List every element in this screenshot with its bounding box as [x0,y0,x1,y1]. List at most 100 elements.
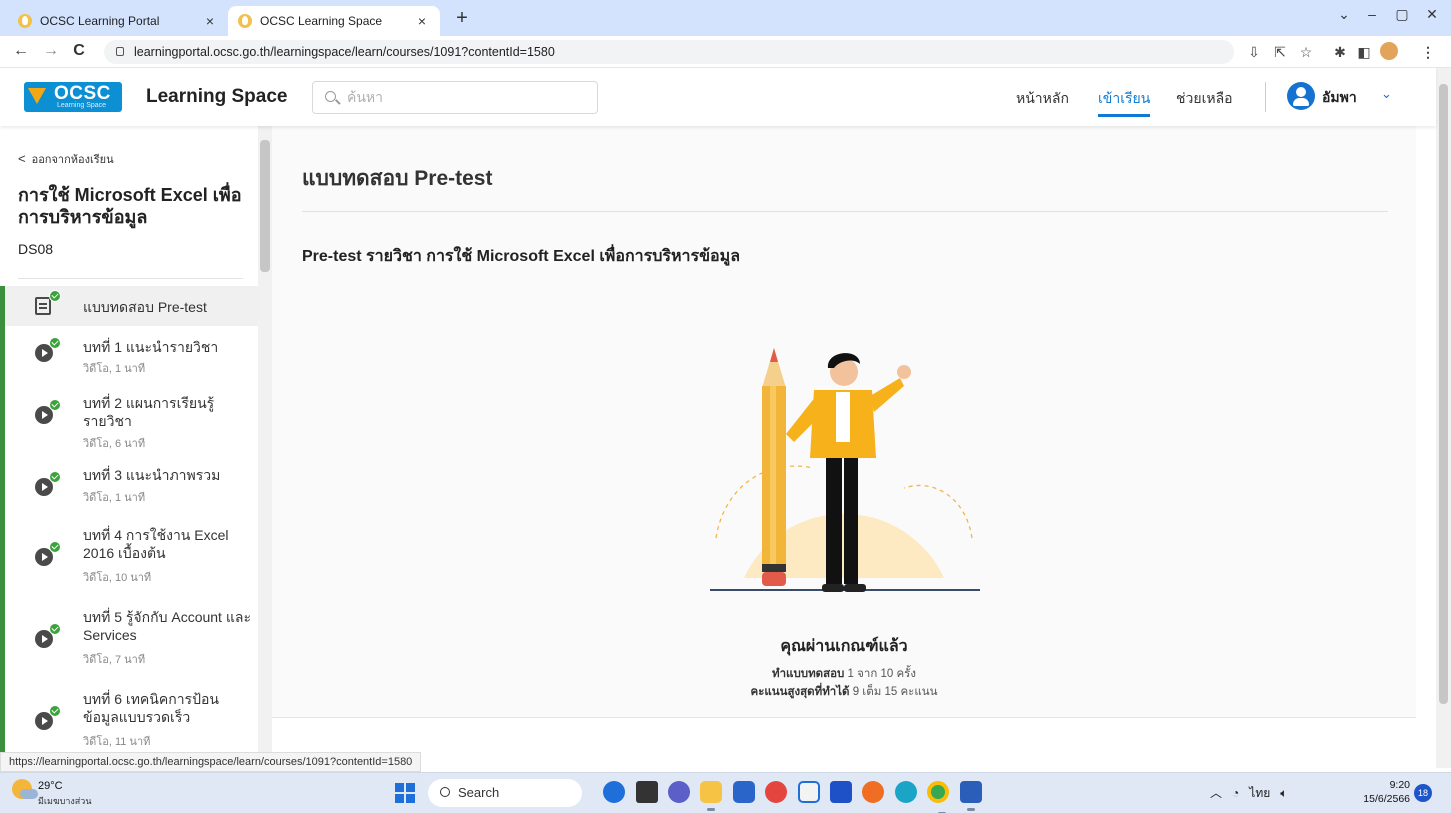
network-icon[interactable]: ◔ [1232,786,1239,800]
windows-start-icon[interactable] [395,783,415,803]
weather-temperature[interactable]: 29°C [38,780,63,792]
taskbar-clock[interactable]: 9:20 15/6/2566 [1352,778,1410,806]
lesson-item-1[interactable]: บทที่ 1 แนะนำรายวิชา วิดีโอ, 1 นาที [0,326,258,380]
scrollbar-thumb[interactable] [260,140,270,272]
weather-description[interactable]: มีเมฆบางส่วน [38,794,91,808]
store-icon[interactable] [733,781,755,803]
site-favicon-icon [18,14,32,28]
teams-chat-icon[interactable] [668,781,690,803]
completed-check-icon [49,705,61,717]
notification-badge[interactable]: 18 [1414,784,1432,802]
dropbox-icon[interactable] [830,781,852,803]
man-right-leg [844,458,858,584]
completed-check-icon [49,399,61,411]
title-divider [302,211,1388,212]
lesson-title: บทที่ 5 รู้จักกับ Account และ Services [83,609,251,643]
completed-check-icon [49,541,61,553]
logo-mark-icon [28,88,46,104]
leave-classroom-label: ออกจากห้องเรียน [31,154,114,166]
taskbar-search[interactable]: Search [428,779,582,807]
task-view-icon[interactable] [636,781,658,803]
browser-tab-learning-space[interactable]: OCSC Learning Space × [228,6,440,36]
tab-search-icon[interactable]: ⌄ [1329,6,1359,23]
leave-classroom-link[interactable]: < ออกจากห้องเรียน [18,150,114,168]
lesson-item-pretest[interactable]: แบบทดสอบ Pre-test [0,286,258,326]
browser-tab-bar: OCSC Learning Portal × OCSC Learning Spa… [0,0,1451,36]
quiz-subtitle: Pre-test รายวิชา การใช้ Microsoft Excel … [302,248,740,265]
amazon-icon[interactable] [798,781,820,803]
nav-learn[interactable]: เข้าเรียน [1098,88,1151,117]
extensions-icon[interactable]: ✱ [1330,44,1350,61]
minimize-button[interactable]: – [1357,6,1387,22]
completed-check-icon [49,623,61,635]
chevron-left-icon: < [18,151,26,166]
opera-icon[interactable] [862,781,884,803]
back-arrow-icon[interactable]: ← [10,42,32,60]
ocsc-logo[interactable]: OCSC Learning Space [24,82,122,112]
system-tray[interactable]: ︿ ◔ ไทย 🔈︎ [1210,784,1288,803]
lesson-item-2[interactable]: บทที่ 2 แผนการเรียนรู้รายวิชา วิดีโอ, 6 … [0,380,258,458]
profile-avatar-icon[interactable] [1380,42,1398,60]
nav-divider [1265,82,1266,112]
browser-tab-portal[interactable]: OCSC Learning Portal × [8,6,228,36]
score-label: คะแนนสูงสุดที่ทำได้ [750,686,850,698]
page-scrollbar[interactable] [1436,68,1451,768]
man-right-shoe [844,584,866,592]
search-placeholder: ค้นหา [347,89,384,105]
chevron-down-icon[interactable]: ⌄ [1381,86,1392,102]
nav-help[interactable]: ช่วยเหลือ [1176,88,1233,110]
chevron-up-icon[interactable]: ︿ [1210,786,1222,800]
man-ok-hand [897,365,911,379]
sidebar-divider [18,278,243,279]
course-title: การใช้ Microsoft Excel เพื่อการบริหารข้อ… [18,185,242,227]
search-icon [440,787,450,797]
new-tab-button[interactable]: + [448,7,476,31]
nav-home[interactable]: หน้าหลัก [1016,88,1069,110]
lesson-item-4[interactable]: บทที่ 4 การใช้งาน Excel 2016 เบื้องต้น ว… [0,518,258,598]
tab-title: OCSC Learning Portal [40,14,160,28]
lesson-item-6[interactable]: บทที่ 6 เทคนิคการป้อนข้อมูลแบบรวดเร็ว วิ… [0,682,258,752]
pencil-eraser [762,572,786,586]
weather-icon[interactable] [12,779,38,799]
user-name[interactable]: อัมพา [1322,87,1357,109]
input-language[interactable]: ไทย [1249,786,1270,800]
brand-title: Learning Space [146,86,288,107]
score-value: 9 เต็ม 15 คะแนน [852,686,938,698]
file-explorer-icon[interactable] [700,781,722,811]
scrollbar-thumb[interactable] [1439,84,1448,704]
lesson-title: บทที่ 1 แนะนำรายวิชา [83,339,219,355]
man-right-arm [870,378,904,412]
edge-icon[interactable] [895,781,917,803]
url-field[interactable]: learningportal.ocsc.go.th/learningspace/… [104,40,1234,64]
taskbar-search-label: Search [458,785,500,800]
lesson-meta: วิดีโอ, 1 นาที [83,492,146,504]
man-left-leg [826,458,842,584]
share-icon[interactable]: ⇱ [1270,44,1290,61]
bookmark-star-icon[interactable]: ☆ [1296,44,1316,61]
address-bar-row: ← → C learningportal.ocsc.go.th/learning… [0,36,1451,68]
sidepanel-icon[interactable]: ◧ [1354,44,1374,61]
sidebar-scrollbar[interactable] [258,126,272,752]
browser-menu-icon[interactable]: ⋮ [1418,44,1438,61]
close-tab-icon[interactable]: × [202,13,218,29]
install-app-icon[interactable]: ⇩ [1244,44,1264,61]
chrome-icon[interactable] [927,781,949,813]
copilot-icon[interactable] [603,781,625,803]
maximize-button[interactable]: ▢ [1387,6,1417,23]
close-tab-icon[interactable]: × [414,13,430,29]
speaker-icon[interactable]: 🔈︎ [1280,786,1287,800]
pencil-band [762,564,786,572]
lesson-list: แบบทดสอบ Pre-test บทที่ 1 แนะนำรายวิชา ว… [0,286,258,752]
close-window-button[interactable]: ✕ [1417,6,1447,23]
forward-arrow-icon[interactable]: → [40,42,62,60]
lesson-title: บทที่ 2 แผนการเรียนรู้รายวิชา [83,395,215,429]
user-avatar-icon[interactable] [1287,82,1315,110]
word-icon[interactable] [960,781,982,811]
lesson-item-3[interactable]: บทที่ 3 แนะนำภาพรวม วิดีโอ, 1 นาที [0,458,258,518]
firefox-icon[interactable] [765,781,787,803]
logo-subtitle: Learning Space [57,102,107,109]
lesson-item-5[interactable]: บทที่ 5 รู้จักกับ Account และ Services ว… [0,598,258,682]
search-input[interactable]: ค้นหา [312,81,598,114]
completed-check-icon [49,290,61,302]
reload-icon[interactable]: C [68,42,90,60]
